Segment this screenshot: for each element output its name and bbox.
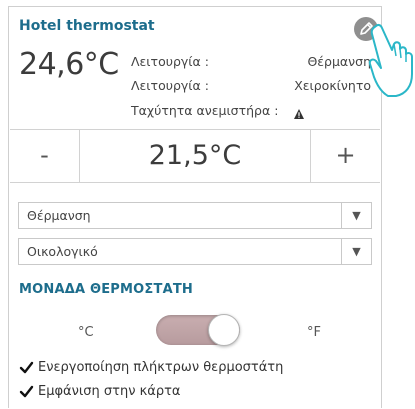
fan-speed-label: Ταχύτητα ανεμιστήρα : [131, 103, 279, 118]
mode-select-value: Θέρμανση [27, 208, 91, 223]
checkmark-icon[interactable] [19, 360, 34, 375]
current-temperature: 24,6°C [19, 47, 119, 82]
decrease-button[interactable]: - [10, 130, 80, 182]
mode-value: Θέρμανση [307, 54, 371, 69]
profile-select-value: Οικολογικό [27, 244, 98, 259]
hand-cursor-icon [368, 23, 413, 97]
unit-toggle[interactable] [156, 314, 240, 346]
setpoint-value: 21,5°C [148, 140, 242, 171]
fahrenheit-label: °F [307, 325, 321, 340]
chevron-down-icon[interactable]: ▼ [341, 203, 371, 228]
warning-icon [294, 109, 304, 119]
mode-label: Λειτουργία : [131, 54, 209, 69]
increase-button[interactable]: + [310, 130, 380, 182]
enable-thermostat-keys-label: Ενεργοποίηση πλήκτρων θερμοστάτη [38, 360, 284, 375]
setpoint-stepper: - 21,5°C + [10, 129, 380, 183]
hotel-thermostat-widget: Hotel thermostat 24,6°C Λειτουργία : Θέρ… [8, 6, 382, 408]
operation-value: Χειροκίνητο [294, 78, 371, 93]
operation-label: Λειτουργία : [131, 78, 209, 93]
chevron-down-icon[interactable]: ▼ [341, 239, 371, 264]
mode-select[interactable]: Θέρμανση ▼ [18, 202, 372, 229]
checkmark-icon[interactable] [19, 384, 34, 399]
thermostat-unit-title: ΜΟΝΑΔΑ ΘΕΡΜΟΣΤΑΤΗ [19, 282, 193, 297]
profile-select[interactable]: Οικολογικό ▼ [18, 238, 372, 265]
widget-title: Hotel thermostat [19, 18, 155, 34]
celsius-label: °C [78, 325, 94, 340]
toggle-knob[interactable] [208, 314, 240, 346]
show-on-map-label: Εμφάνιση στην κάρτα [38, 384, 181, 399]
